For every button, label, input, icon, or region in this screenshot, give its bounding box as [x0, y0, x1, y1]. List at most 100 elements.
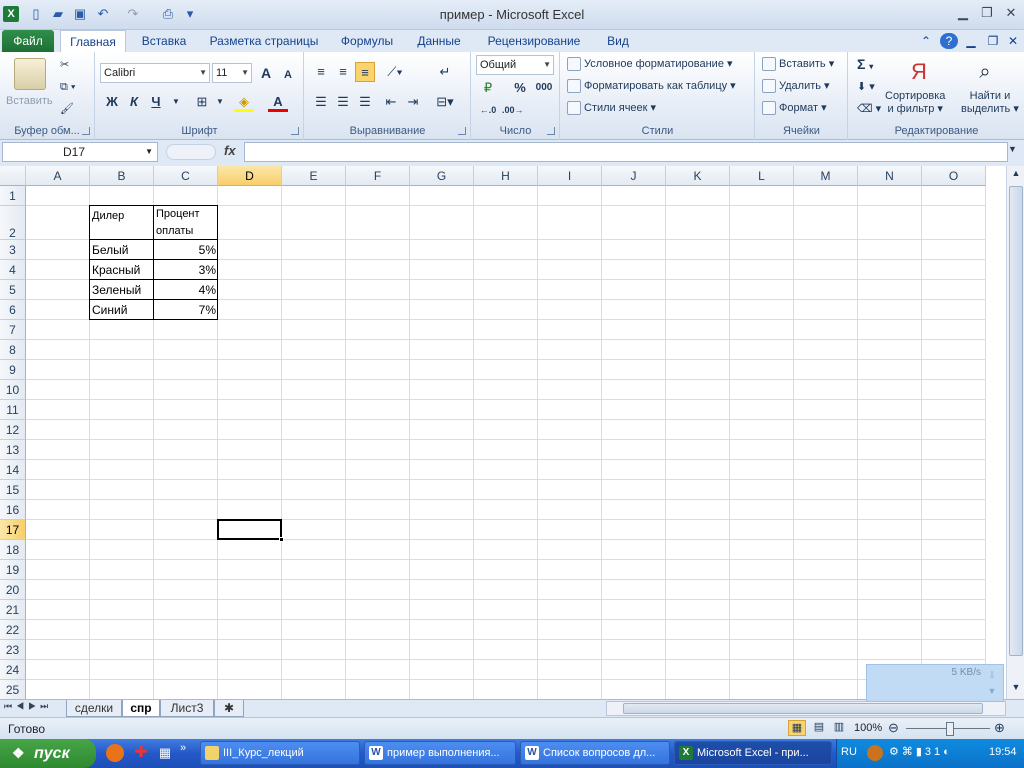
tray-arrow-icon[interactable] — [867, 745, 883, 761]
borders-dropdown-icon[interactable]: ▼ — [210, 92, 230, 112]
firefox-icon[interactable] — [106, 744, 124, 762]
sheet-tab-list3[interactable]: Лист3 — [160, 700, 214, 717]
column-header-b[interactable]: B — [90, 166, 154, 186]
font-name-combo[interactable]: Calibri ▼ — [100, 63, 210, 83]
restore-button[interactable]: ❐ — [974, 4, 1000, 22]
row-header-23[interactable]: 23 — [0, 640, 26, 660]
orientation-icon[interactable]: ⟋▾ — [385, 62, 405, 82]
increase-decimal-icon[interactable]: ←.0 — [478, 100, 498, 120]
row-header-20[interactable]: 20 — [0, 580, 26, 600]
sheet-tab-deals[interactable]: сделки — [66, 700, 122, 717]
fill-handle[interactable] — [279, 537, 284, 542]
column-header-d[interactable]: D — [218, 166, 282, 186]
row-header-9[interactable]: 9 — [0, 360, 26, 380]
number-format-combo[interactable]: Общий ▼ — [476, 55, 554, 75]
name-box[interactable]: D17 ▼ — [2, 142, 158, 162]
tab-data[interactable]: Данные — [408, 30, 470, 52]
binoculars-icon[interactable]: ⌕ — [969, 56, 1001, 88]
bold-button[interactable]: Ж — [102, 92, 122, 112]
sort-filter-icon[interactable]: Я — [903, 56, 935, 88]
italic-button[interactable]: К — [124, 92, 144, 112]
format-painter-icon[interactable]: 🖌 — [60, 100, 74, 118]
increase-indent-icon[interactable]: ⇥ — [403, 92, 423, 112]
hscroll-thumb[interactable] — [623, 703, 983, 714]
thousands-button[interactable]: 000 — [534, 78, 554, 98]
zoom-slider-thumb[interactable] — [946, 722, 954, 736]
column-header-n[interactable]: N — [858, 166, 922, 186]
currency-icon[interactable]: ₽ — [478, 78, 498, 98]
zoom-out-icon[interactable]: ⊖ — [888, 721, 899, 735]
task-word-2[interactable]: W Список вопросов дл... — [520, 741, 670, 765]
select-all-corner[interactable] — [0, 166, 26, 186]
minimize-ribbon-icon[interactable]: ⌃ — [918, 30, 934, 52]
widget-arrows-icon[interactable]: ⇩ ▼ — [985, 667, 999, 699]
wrap-text-icon[interactable]: ↵ — [435, 62, 455, 82]
tab-insert[interactable]: Вставка — [134, 30, 194, 52]
tab-view[interactable]: Вид — [598, 30, 638, 52]
column-header-f[interactable]: F — [346, 166, 410, 186]
copy-icon[interactable]: ⧉ ▾ — [60, 78, 76, 96]
align-middle-icon[interactable]: ≡ — [333, 62, 353, 82]
task-word-1[interactable]: Wпример выполнения... — [364, 741, 516, 765]
tab-file[interactable]: Файл — [2, 30, 54, 52]
quicklaunch-plus-icon[interactable]: ✚ — [132, 744, 150, 762]
help-icon[interactable]: ? — [940, 33, 958, 49]
doc-minimize-icon[interactable]: ▁ — [962, 30, 980, 52]
align-bottom-icon[interactable]: ≡ — [355, 62, 375, 82]
page-layout-view-icon[interactable]: ▤ — [810, 720, 828, 736]
column-header-e[interactable]: E — [282, 166, 346, 186]
horizontal-scrollbar[interactable] — [606, 701, 1006, 716]
column-header-g[interactable]: G — [410, 166, 474, 186]
delete-cells-button[interactable]: Удалить ▾ — [762, 77, 830, 95]
expand-formula-icon[interactable]: ▼ — [1008, 144, 1017, 154]
paste-icon[interactable] — [14, 58, 46, 90]
row-header-25[interactable]: 25 — [0, 680, 26, 699]
column-header-m[interactable]: M — [794, 166, 858, 186]
sheet-nav-icon[interactable]: ⏮◀▶⏭ — [4, 701, 52, 712]
task-excel[interactable]: X Microsoft Excel - при... — [674, 741, 832, 765]
column-header-j[interactable]: J — [602, 166, 666, 186]
column-header-a[interactable]: A — [26, 166, 90, 186]
row-header-18[interactable]: 18 — [0, 540, 26, 560]
row-header-21[interactable]: 21 — [0, 600, 26, 620]
worksheet-grid[interactable]: A B C D E F G H I J K L M N O 1 2 3 4 5 6 7 8 9 10 11 12 13 14 15 16 17… — [0, 166, 1006, 699]
tab-home[interactable]: Главная — [60, 30, 126, 53]
task-folder[interactable]: III_Курс_лекций — [200, 741, 360, 765]
insert-function-button[interactable]: fx — [224, 143, 236, 158]
decrease-decimal-icon[interactable]: .00→ — [502, 100, 524, 120]
scroll-thumb[interactable] — [1009, 186, 1023, 656]
row-header-22[interactable]: 22 — [0, 620, 26, 640]
row-header-11[interactable]: 11 — [0, 400, 26, 420]
page-break-view-icon[interactable]: ▥ — [830, 720, 848, 736]
grow-font-button[interactable]: A — [256, 63, 276, 83]
find-select-button[interactable]: Найти и выделить ▾ — [961, 90, 1019, 116]
zoom-in-icon[interactable]: ⊕ — [994, 721, 1005, 735]
format-as-table-button[interactable]: Форматировать как таблицу ▾ — [567, 77, 736, 95]
row-header-3[interactable]: 3 — [0, 240, 26, 260]
scroll-up-icon[interactable]: ▲ — [1009, 168, 1023, 182]
active-cell-selection[interactable] — [217, 519, 284, 542]
paste-button[interactable]: Вставить — [6, 92, 53, 110]
row-header-13[interactable]: 13 — [0, 440, 26, 460]
decrease-indent-icon[interactable]: ⇤ — [381, 92, 401, 112]
clipboard-launcher-icon[interactable] — [82, 127, 90, 135]
column-header-i[interactable]: I — [538, 166, 602, 186]
column-header-k[interactable]: K — [666, 166, 730, 186]
alignment-launcher-icon[interactable] — [458, 127, 466, 135]
align-left-icon[interactable]: ☰ — [311, 92, 331, 112]
normal-view-icon[interactable]: ▦ — [788, 720, 806, 736]
row-header-8[interactable]: 8 — [0, 340, 26, 360]
column-header-c[interactable]: C — [154, 166, 218, 186]
row-header-10[interactable]: 10 — [0, 380, 26, 400]
tab-review[interactable]: Рецензирование — [478, 30, 590, 52]
show-desktop-icon[interactable]: ▦ — [156, 744, 174, 762]
row-header-14[interactable]: 14 — [0, 460, 26, 480]
row-header-7[interactable]: 7 — [0, 320, 26, 340]
insert-sheet-icon[interactable]: ✱ — [214, 700, 244, 717]
underline-button[interactable]: Ч — [146, 92, 166, 112]
row-header-6[interactable]: 6 — [0, 300, 26, 320]
font-color-button[interactable]: A — [268, 92, 288, 112]
merge-center-icon[interactable]: ⊟▾ — [435, 92, 455, 112]
autosum-button[interactable]: Σ ▾ — [857, 55, 873, 76]
row-header-5[interactable]: 5 — [0, 280, 26, 300]
